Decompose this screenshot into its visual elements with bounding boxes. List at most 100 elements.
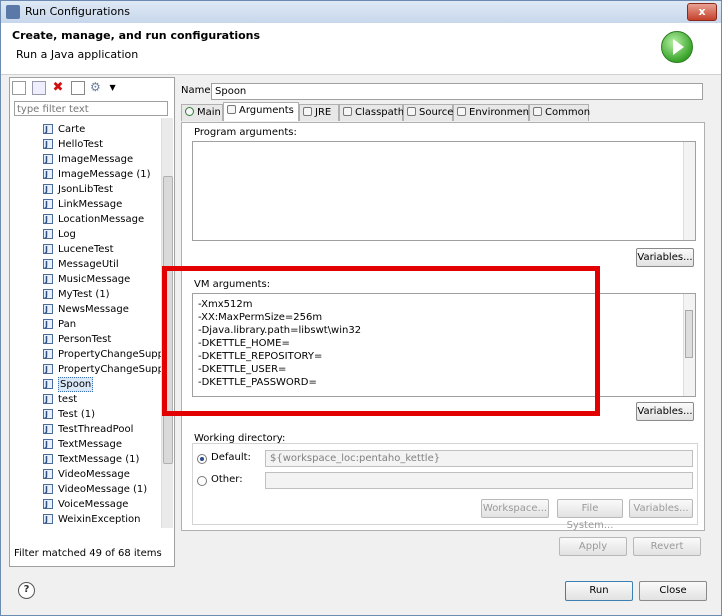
java-application-icon <box>43 137 53 152</box>
header-title: Create, manage, and run configurations <box>12 29 261 42</box>
java-application-icon <box>43 422 53 437</box>
other-radio[interactable] <box>197 476 207 486</box>
tab-arguments[interactable]: Arguments <box>223 102 299 121</box>
name-label: Name: <box>181 85 214 96</box>
list-item-label: MusicMessage <box>58 274 131 285</box>
list-item-label: VoiceMessage <box>58 499 129 510</box>
revert-button[interactable]: Revert <box>633 537 701 556</box>
vm-scrollbar-thumb[interactable] <box>685 310 693 358</box>
list-item-label: Test (1) <box>58 409 96 420</box>
java-application-icon <box>43 272 53 287</box>
list-item-label: NewsMessage <box>58 304 129 315</box>
title-bar: Run Configurations x <box>1 1 721 24</box>
list-item-label: PersonTest <box>58 334 112 345</box>
source-tab-icon <box>407 107 416 116</box>
java-application-icon <box>43 167 53 182</box>
java-application-icon <box>43 197 53 212</box>
tab-main-label: Main <box>197 107 221 118</box>
tab-source-label: Source <box>419 107 454 118</box>
java-application-icon <box>43 242 53 257</box>
java-application-icon <box>43 482 53 497</box>
java-application-icon <box>43 287 53 302</box>
list-item-label: TextMessage <box>58 439 123 450</box>
filter-config-icon[interactable]: ⚙ <box>90 81 104 95</box>
tab-common-label: Common <box>545 107 591 118</box>
list-item-label: TestThreadPool <box>58 424 134 435</box>
tab-classpath-label: Classpath <box>355 107 405 118</box>
collapse-all-icon[interactable] <box>70 81 85 95</box>
tab-classpath[interactable]: Classpath <box>339 104 405 121</box>
eclipse-app-icon <box>6 5 20 19</box>
java-application-icon <box>43 452 53 467</box>
java-application-icon <box>43 392 53 407</box>
run-icon <box>661 31 693 63</box>
tab-jre-label: JRE <box>315 107 332 118</box>
java-application-icon <box>43 407 53 422</box>
tab-common[interactable]: Common <box>529 104 591 121</box>
delete-config-icon[interactable]: ✖ <box>51 81 65 95</box>
list-item-label: LocationMessage <box>58 214 145 225</box>
tab-arguments-label: Arguments <box>239 105 294 116</box>
vm-arguments-scrollbar[interactable] <box>683 294 695 396</box>
tab-source[interactable]: Source <box>403 104 453 121</box>
list-item-label: LinkMessage <box>58 199 123 210</box>
tab-environment-label: Environment <box>469 107 533 118</box>
apply-button[interactable]: Apply <box>559 537 627 556</box>
name-input[interactable]: Spoon <box>211 83 703 100</box>
tab-jre[interactable]: JRE <box>299 104 339 121</box>
java-application-icon <box>43 302 53 317</box>
configuration-list-panel: ✖ ⚙ ▼ type filter text Carte HelloTest Ima… <box>9 77 175 567</box>
filter-input[interactable]: type filter text <box>14 101 168 116</box>
header-subtitle: Run a Java application <box>16 48 139 61</box>
list-item-label: ImageMessage (1) <box>58 169 151 180</box>
tab-environment[interactable]: Environment <box>453 104 533 121</box>
java-application-icon <box>43 437 53 452</box>
list-item-label: test <box>58 394 78 405</box>
tab-main[interactable]: Main <box>181 104 223 121</box>
file-system-button[interactable]: File System... <box>557 499 623 531</box>
workspace-button[interactable]: Workspace... <box>481 499 549 518</box>
java-application-icon <box>43 122 53 137</box>
list-item-label: JsonLibTest <box>58 184 114 195</box>
program-variables-button[interactable]: Variables... <box>636 248 694 267</box>
new-config-icon[interactable] <box>12 81 26 95</box>
workdir-variables-button[interactable]: Variables... <box>629 499 693 518</box>
java-application-icon <box>43 152 53 167</box>
java-application-icon <box>43 497 53 512</box>
vm-variables-button[interactable]: Variables... <box>636 402 694 421</box>
classpath-tab-icon <box>343 107 352 116</box>
main-tab-icon <box>185 107 194 116</box>
java-application-icon <box>43 362 53 377</box>
other-label: Other: <box>211 474 243 485</box>
list-item-label: MessageUtil <box>58 259 119 270</box>
run-configurations-window: Run Configurations x Create, manage, and… <box>0 0 722 616</box>
java-application-icon <box>43 332 53 347</box>
close-button[interactable]: Close <box>639 581 707 601</box>
duplicate-config-icon[interactable] <box>31 81 46 95</box>
list-item-label: VideoMessage (1) <box>58 484 148 495</box>
list-item-label: WeixinException <box>58 514 141 525</box>
window-title: Run Configurations <box>25 5 130 18</box>
default-radio[interactable] <box>197 454 207 464</box>
java-application-icon <box>43 512 53 526</box>
java-application-icon <box>43 467 53 482</box>
window-close-button[interactable]: x <box>687 3 717 21</box>
filter-status: Filter matched 49 of 68 items <box>14 548 162 559</box>
run-button[interactable]: Run <box>565 581 633 601</box>
chevron-down-icon[interactable]: ▼ <box>110 81 118 95</box>
list-item-label: PropertyChangeSuppo <box>58 364 161 375</box>
dialog-header: Create, manage, and run configurations R… <box>1 23 721 75</box>
program-arguments-scrollbar[interactable] <box>683 142 695 240</box>
default-directory-field: ${workspace_loc:pentaho_kettle} <box>265 450 693 467</box>
list-item-label: Pan <box>58 319 77 330</box>
list-item-label: Spoon <box>58 377 94 392</box>
environment-tab-icon <box>457 107 466 116</box>
program-arguments-input[interactable] <box>192 141 696 241</box>
list-item-label: HelloTest <box>58 139 104 150</box>
help-icon[interactable]: ? <box>18 582 35 599</box>
java-application-icon <box>43 182 53 197</box>
other-directory-field[interactable] <box>265 472 693 489</box>
list-item-label: LuceneTest <box>58 244 114 255</box>
configuration-list: Carte HelloTest ImageMessage ImageMessage (… <box>14 118 161 526</box>
jre-tab-icon <box>303 107 312 116</box>
